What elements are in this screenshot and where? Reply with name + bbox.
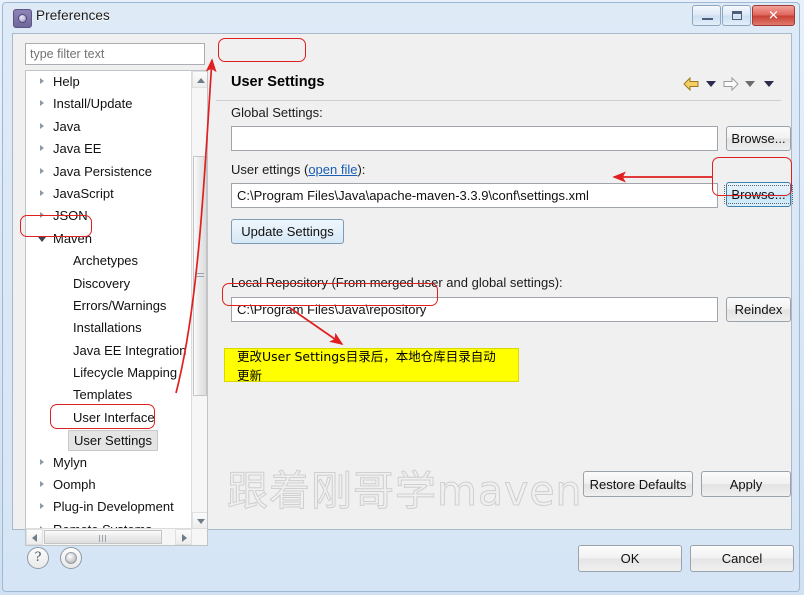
tree-item-installations[interactable]: Installations <box>26 317 192 339</box>
ok-button[interactable]: OK <box>578 545 682 572</box>
tree-item-label: Maven <box>53 230 93 246</box>
tree-item-label: Mylyn <box>53 454 87 470</box>
chevron-right-icon[interactable] <box>40 189 44 196</box>
chevron-right-icon[interactable] <box>40 212 44 219</box>
chevron-right-icon[interactable] <box>40 122 44 129</box>
tree-item-user-settings[interactable]: User Settings <box>26 429 192 452</box>
tree-item-label: Java EE Integration <box>73 342 187 358</box>
tree-item-label: Plug-in Development <box>53 499 174 515</box>
tree-item-label: Lifecycle Mapping <box>73 365 178 381</box>
chevron-right-icon[interactable] <box>40 458 44 465</box>
scroll-up-button[interactable] <box>192 71 207 88</box>
close-button[interactable]: ✕ <box>752 5 795 26</box>
status-indicator-icon[interactable] <box>60 547 82 569</box>
reindex-button[interactable]: Reindex <box>726 297 791 322</box>
user-settings-label: User ettings (open file): <box>231 162 366 177</box>
view-menu-chevron-down-icon[interactable] <box>764 81 774 87</box>
back-history-chevron-down-icon[interactable] <box>706 81 716 87</box>
minimize-button[interactable] <box>692 5 721 26</box>
global-settings-input[interactable] <box>231 126 718 151</box>
tree-item-label: Archetypes <box>73 253 139 269</box>
chevron-right-icon[interactable] <box>40 503 44 510</box>
tree-item-label: User Settings <box>68 430 159 452</box>
tree-item-json[interactable]: JSON <box>26 205 192 227</box>
forward-arrow-icon[interactable] <box>722 76 739 92</box>
tree-item-java[interactable]: Java <box>26 116 192 138</box>
tree-item-help[interactable]: Help <box>26 71 192 93</box>
tree-item-label: Oomph <box>53 477 96 493</box>
window-frame: Preferences ✕ Help Install/Update Java Java… <box>2 2 800 592</box>
tree-item-label: JSON <box>53 208 88 224</box>
tree-list: Help Install/Update Java Java EE Java Persis… <box>26 71 192 529</box>
tree-item-label: Help <box>53 74 80 89</box>
chevron-right-icon[interactable] <box>40 100 44 107</box>
tree-item-label: JavaScript <box>53 185 114 201</box>
tree-item-lifecycle-mapping[interactable]: Lifecycle Mapping <box>26 362 192 384</box>
tree-item-install-update[interactable]: Install/Update <box>26 93 192 115</box>
tree-item-label: Templates <box>73 387 133 403</box>
tree-item-errors-warnings[interactable]: Errors/Warnings <box>26 295 192 317</box>
tree-item-label: Java Persistence <box>53 163 152 179</box>
preferences-window: Preferences ✕ Help Install/Update Java Java… <box>0 0 804 595</box>
chevron-right-icon[interactable] <box>40 78 44 84</box>
open-file-link[interactable]: open file <box>308 162 357 177</box>
tree-item-plug-in-development[interactable]: Plug-in Development <box>26 496 192 518</box>
tree-item-discovery[interactable]: Discovery <box>26 273 192 295</box>
pane-header: User Settings <box>216 70 781 101</box>
question-mark-icon[interactable]: ? <box>27 547 49 569</box>
tree-item-label: Install/Update <box>53 96 133 112</box>
tree-item-label: Java EE <box>53 141 102 157</box>
settings-pane: User Settings Global Settings: Browse...… <box>216 70 793 546</box>
restore-defaults-button[interactable]: Restore Defaults <box>583 471 693 497</box>
maximize-button[interactable] <box>722 5 751 26</box>
window-title: Preferences <box>36 8 110 23</box>
dialog-bottom-bar: ? OK Cancel <box>12 530 794 590</box>
page-title: User Settings <box>231 74 325 90</box>
preferences-tree[interactable]: Help Install/Update Java Java EE Java Persis… <box>25 70 208 546</box>
cancel-button[interactable]: Cancel <box>690 545 794 572</box>
back-arrow-icon[interactable] <box>683 76 700 92</box>
chevron-down-icon[interactable] <box>38 236 46 242</box>
window-controls: ✕ <box>691 5 795 27</box>
tree-item-maven[interactable]: Maven <box>26 228 192 250</box>
filter-input[interactable] <box>25 43 205 65</box>
tree-item-label: Installations <box>73 320 142 336</box>
forward-history-chevron-down-icon[interactable] <box>745 81 755 87</box>
tree-item-java-persistence[interactable]: Java Persistence <box>26 161 192 183</box>
vertical-scroll-thumb[interactable] <box>193 156 207 396</box>
tree-item-label: Errors/Warnings <box>73 297 167 313</box>
scroll-down-button[interactable] <box>192 512 207 529</box>
tree-item-archetypes[interactable]: Archetypes <box>26 250 192 272</box>
apply-button[interactable]: Apply <box>701 471 791 497</box>
chevron-right-icon[interactable] <box>40 145 44 152</box>
global-settings-browse-button[interactable]: Browse... <box>726 126 791 151</box>
annotation-note: 更改User Settings目录后，本地仓库目录自动更新 <box>224 348 519 383</box>
title-bar: Preferences ✕ <box>3 3 801 32</box>
chevron-right-icon[interactable] <box>40 167 44 174</box>
tree-item-label: Discovery <box>73 275 131 291</box>
update-settings-button[interactable]: Update Settings <box>231 219 344 244</box>
tree-vertical-scrollbar[interactable] <box>191 71 207 529</box>
local-repository-input[interactable] <box>231 297 718 322</box>
tree-item-mylyn[interactable]: Mylyn <box>26 452 192 474</box>
user-settings-browse-button[interactable]: Browse... <box>724 182 793 207</box>
dialog-body: Help Install/Update Java Java EE Java Persis… <box>12 33 793 546</box>
preferences-gear-icon <box>13 9 32 28</box>
user-settings-input[interactable] <box>231 183 718 208</box>
tree-item-label: User Interface <box>73 409 155 425</box>
tree-item-javascript[interactable]: JavaScript <box>26 183 192 205</box>
local-repository-label: Local Repository (From merged user and g… <box>231 275 563 290</box>
global-settings-label: Global Settings: <box>231 105 323 120</box>
tree-item-java-ee-integration[interactable]: Java EE Integration <box>26 340 192 362</box>
tree-item-label: Java <box>53 118 81 134</box>
tree-item-oomph[interactable]: Oomph <box>26 474 192 496</box>
pane-content: Global Settings: Browse... User ettings … <box>216 101 793 546</box>
tree-item-templates[interactable]: Templates <box>26 384 192 406</box>
chevron-right-icon[interactable] <box>40 481 44 488</box>
tree-scroll-viewport: Help Install/Update Java Java EE Java Persis… <box>26 71 192 529</box>
tree-item-user-interface[interactable]: User Interface <box>26 407 192 429</box>
tree-item-java-ee[interactable]: Java EE <box>26 138 192 160</box>
pane-nav-icons <box>683 76 777 92</box>
